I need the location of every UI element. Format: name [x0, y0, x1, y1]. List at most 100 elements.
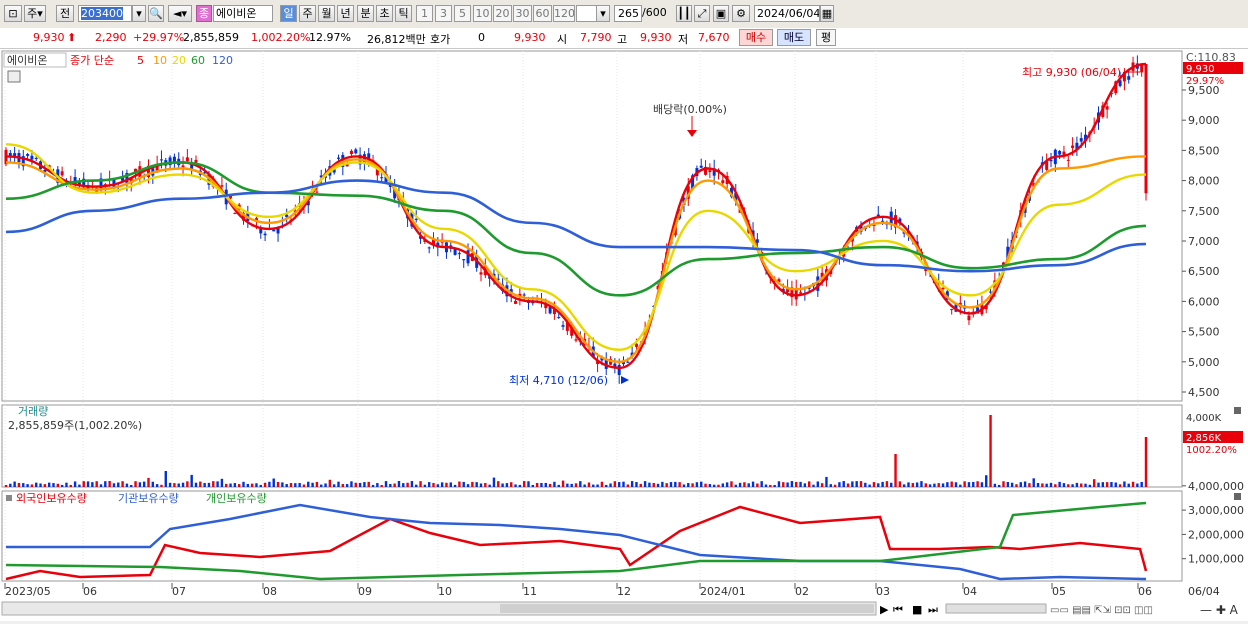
interval-20[interactable]: 20 [493, 5, 512, 22]
stop-icon[interactable]: ■ [912, 603, 922, 616]
volume-bar [617, 482, 621, 487]
volume-bar [665, 483, 668, 487]
zoom-controls[interactable]: — ✚ A [1200, 603, 1239, 617]
candle-body [315, 191, 319, 193]
volume-bar [898, 481, 902, 487]
sound-icon[interactable]: ◄▾ [168, 5, 192, 22]
candle-body [427, 247, 431, 249]
volume-bar [669, 482, 673, 487]
volume-bar [142, 481, 146, 487]
volume-bar [1058, 481, 1061, 487]
period-day[interactable]: 일 [280, 5, 297, 22]
volume-bar [1131, 481, 1135, 487]
volume-bar [738, 482, 742, 487]
code-dropdown-icon[interactable]: ▾ [132, 5, 146, 22]
price-tick-label: 6,000 [1188, 295, 1220, 308]
scroll-prev-icon[interactable]: ⏮ [893, 603, 903, 616]
buy-button[interactable]: 매수 [739, 29, 773, 46]
period-second[interactable]: 초 [376, 5, 393, 22]
period-week[interactable]: 주 [299, 5, 316, 22]
current-price-axis-label: 9,930 [1186, 64, 1215, 75]
count-input[interactable]: 265 [614, 5, 642, 22]
stock-chart[interactable]: 에이비온 종가 단순 5 10 20 60 120 C:110.83 9,500… [0, 49, 1248, 621]
scroll-next-icon[interactable]: ⏭ [928, 603, 938, 616]
holdings-tick-label: 3,000,000 [1188, 504, 1244, 517]
interval-10[interactable]: 10 [473, 5, 492, 22]
volume-bar [648, 482, 651, 487]
volume-bar [82, 481, 85, 487]
interval-1[interactable]: 1 [416, 5, 433, 22]
x-tick-label: 03 [876, 585, 890, 598]
window-menu-icon[interactable]: ⊡ [4, 5, 22, 22]
calendar-icon[interactable]: ▦ [820, 5, 834, 22]
search-icon[interactable]: 🔍 [148, 5, 164, 22]
zoom-slider[interactable] [945, 603, 1047, 614]
period-tick[interactable]: 틱 [395, 5, 412, 22]
candle-body [1066, 159, 1070, 161]
volume-bar [535, 482, 539, 487]
interval-3[interactable]: 3 [435, 5, 452, 22]
eval-button[interactable]: 평 [816, 29, 836, 46]
period-minute[interactable]: 분 [357, 5, 374, 22]
date-input[interactable]: 2024/06/04 [754, 5, 820, 22]
volume-bar [43, 484, 47, 487]
period-year[interactable]: 년 [337, 5, 354, 22]
volume-bar [1084, 483, 1087, 487]
volume-bar [134, 481, 137, 487]
stock-name: 에이비온 [213, 5, 273, 22]
volume-bar [907, 482, 910, 487]
market-select[interactable]: 주▾ [24, 5, 46, 22]
volume-bar [643, 481, 647, 487]
volume-bar [803, 483, 807, 487]
volume-bar [894, 454, 897, 487]
volume-close-icon[interactable] [1234, 407, 1241, 414]
price-tick-label: 9,000 [1188, 114, 1220, 127]
candle-body [26, 154, 30, 156]
interval-30[interactable]: 30 [513, 5, 532, 22]
volume-bar [9, 483, 12, 487]
volume-bar [764, 484, 768, 487]
volume-bar [570, 483, 573, 487]
volume-bar [488, 484, 491, 487]
x-axis-last-label: 06/04 [1188, 585, 1220, 598]
calculator-icon[interactable] [7, 70, 21, 83]
candle-body [755, 239, 759, 243]
layout-icons[interactable]: ▭▭ ▤▤ ⇱⇲ ⊡⊡ ◫◫ [1050, 605, 1153, 616]
volume-bar [91, 482, 94, 487]
high-annotation: 최고 9,930 (06/04) [1022, 66, 1121, 79]
volume-bar [920, 481, 923, 487]
draw-tool-icon[interactable]: ⤢ [694, 5, 710, 22]
code-input[interactable]: 203400 [78, 5, 132, 22]
interval-60[interactable]: 60 [533, 5, 552, 22]
scroll-right-icon[interactable]: ▶ [880, 603, 889, 616]
volume-bar [1088, 484, 1092, 487]
volume-bar [782, 482, 785, 487]
interval-dropdown-icon[interactable]: ▾ [596, 5, 610, 22]
volume-bar [108, 481, 111, 487]
volume-bar [194, 482, 198, 487]
save-icon[interactable]: ▣ [713, 5, 729, 22]
volume-bar [225, 483, 228, 487]
volume-bar [212, 481, 215, 487]
mode-button[interactable]: 전 [56, 5, 74, 22]
period-month[interactable]: 월 [318, 5, 335, 22]
interval-5[interactable]: 5 [454, 5, 471, 22]
candle-body [799, 292, 803, 294]
price-tick-label: 7,500 [1188, 205, 1220, 218]
volume-bar [553, 481, 556, 487]
candle-body [617, 364, 621, 375]
volume-bar [859, 481, 863, 487]
volume-bar [315, 481, 319, 487]
volume-current-label: 2,856K [1186, 433, 1222, 444]
volume-bar [717, 484, 720, 487]
volume-bar [622, 481, 625, 487]
candle-icon[interactable]: ┃┃ [676, 5, 692, 22]
holdings-close-icon[interactable] [1234, 493, 1241, 500]
interval-120[interactable]: 120 [553, 5, 575, 22]
gear-icon[interactable]: ⚙ [732, 5, 750, 22]
scrollbar-thumb[interactable] [500, 604, 874, 613]
candle-body [967, 315, 971, 321]
volume-bar [371, 484, 375, 487]
volume-bar [1067, 484, 1070, 487]
sell-button[interactable]: 매도 [777, 29, 811, 46]
